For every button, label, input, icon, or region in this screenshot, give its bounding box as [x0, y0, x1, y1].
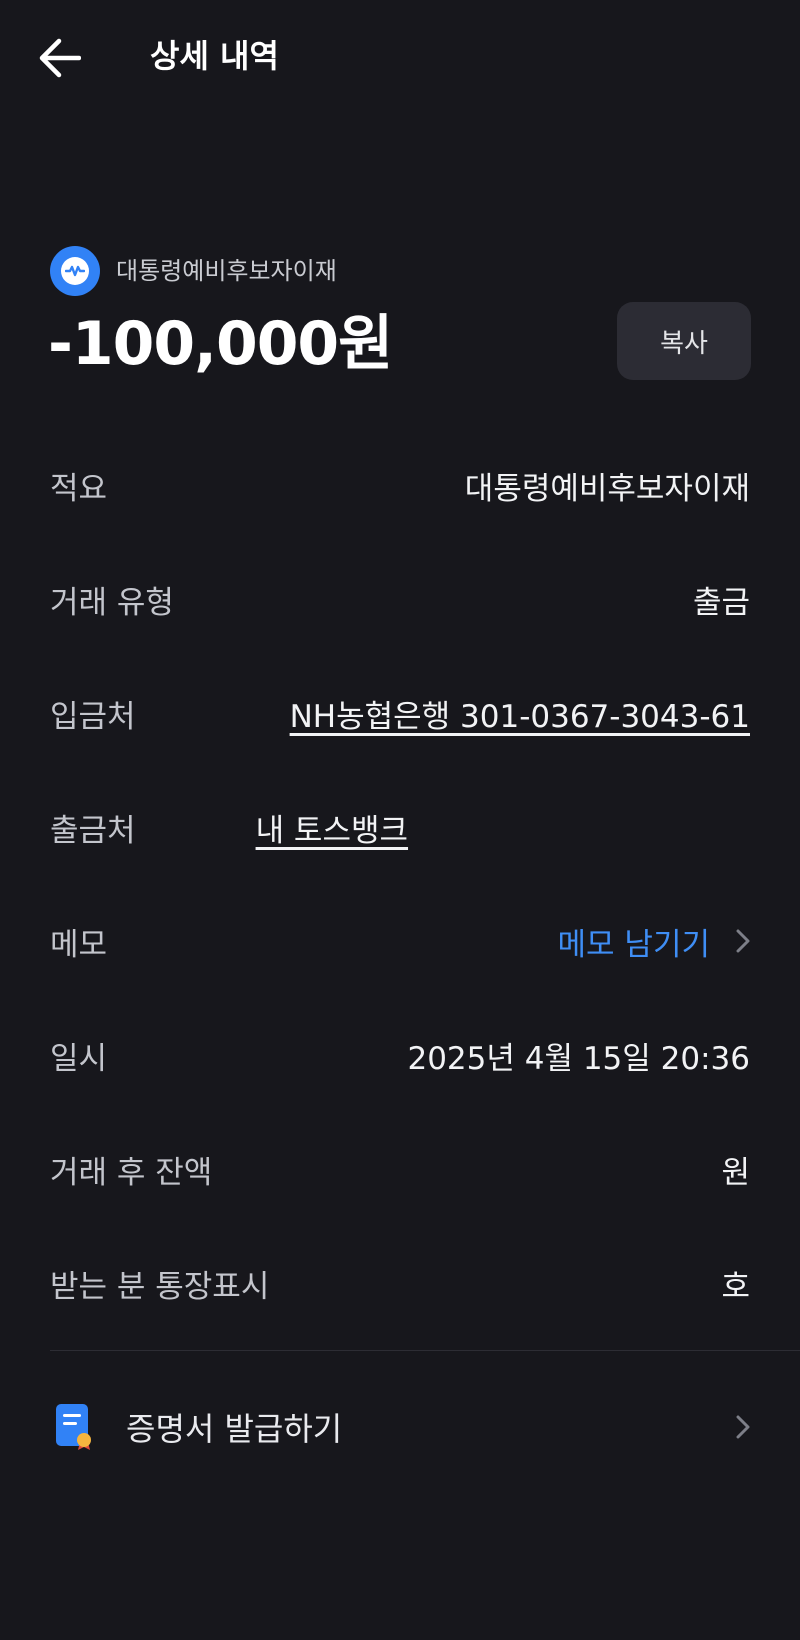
merchant-name: 대통령예비후보자이재 [116, 257, 337, 285]
detail-row-withdraw-account: 출금처 내 토스뱅크 [50, 770, 750, 884]
row-value: 호 [721, 1268, 750, 1305]
arrow-left-icon [39, 38, 81, 78]
row-value: 대통령예비후보자이재 [464, 470, 750, 507]
detail-list: 적요 대통령예비후보자이재 거래 유형 출금 입금처 NH농협은행 301-03… [50, 428, 750, 1340]
withdraw-account-link[interactable]: 내 토스뱅크 [136, 805, 750, 850]
row-label: 메모 [50, 926, 108, 963]
detail-row-recipient-display: 받는 분 통장표시 호 [50, 1226, 750, 1340]
transaction-amount: -100,000원 [48, 309, 393, 379]
detail-row-memo-title: 적요 대통령예비후보자이재 [50, 428, 750, 542]
memo-action[interactable]: 메모 남기기 [558, 919, 750, 964]
merchant-info: 대통령예비후보자이재 [50, 246, 337, 296]
issue-certificate-button[interactable]: 증명서 발급하기 [50, 1392, 750, 1462]
certificate-label: 증명서 발급하기 [126, 1410, 343, 1448]
certificate-icon [50, 1402, 98, 1452]
copy-button[interactable]: 복사 [617, 302, 751, 380]
detail-row-memo[interactable]: 메모 메모 남기기 [50, 884, 750, 998]
merchant-logo-icon [50, 246, 100, 296]
chevron-right-icon [736, 929, 750, 953]
row-value: 원 [721, 1154, 750, 1191]
row-label: 출금처 [50, 812, 136, 849]
detail-row-deposit-account: 입금처 NH농협은행 301-0367-3043-61 [50, 656, 750, 770]
row-label: 거래 후 잔액 [50, 1154, 213, 1191]
row-label: 거래 유형 [50, 584, 174, 621]
detail-row-datetime: 일시 2025년 4월 15일 20:36 [50, 998, 750, 1112]
row-value: 출금 [692, 584, 750, 621]
back-button[interactable] [30, 30, 90, 86]
detail-row-balance: 거래 후 잔액 원 [50, 1112, 750, 1226]
add-memo-link[interactable]: 메모 남기기 [558, 919, 710, 964]
row-label: 적요 [50, 470, 108, 507]
row-label: 받는 분 통장표시 [50, 1268, 270, 1305]
row-label: 입금처 [50, 698, 136, 735]
row-value: 2025년 4월 15일 20:36 [407, 1040, 750, 1077]
header: 상세 내역 [0, 0, 800, 112]
divider [50, 1350, 800, 1351]
deposit-account-link[interactable]: NH농협은행 301-0367-3043-61 [290, 691, 750, 736]
page-title: 상세 내역 [150, 37, 279, 75]
chevron-right-icon [736, 1415, 750, 1439]
detail-row-type: 거래 유형 출금 [50, 542, 750, 656]
row-label: 일시 [50, 1040, 108, 1077]
